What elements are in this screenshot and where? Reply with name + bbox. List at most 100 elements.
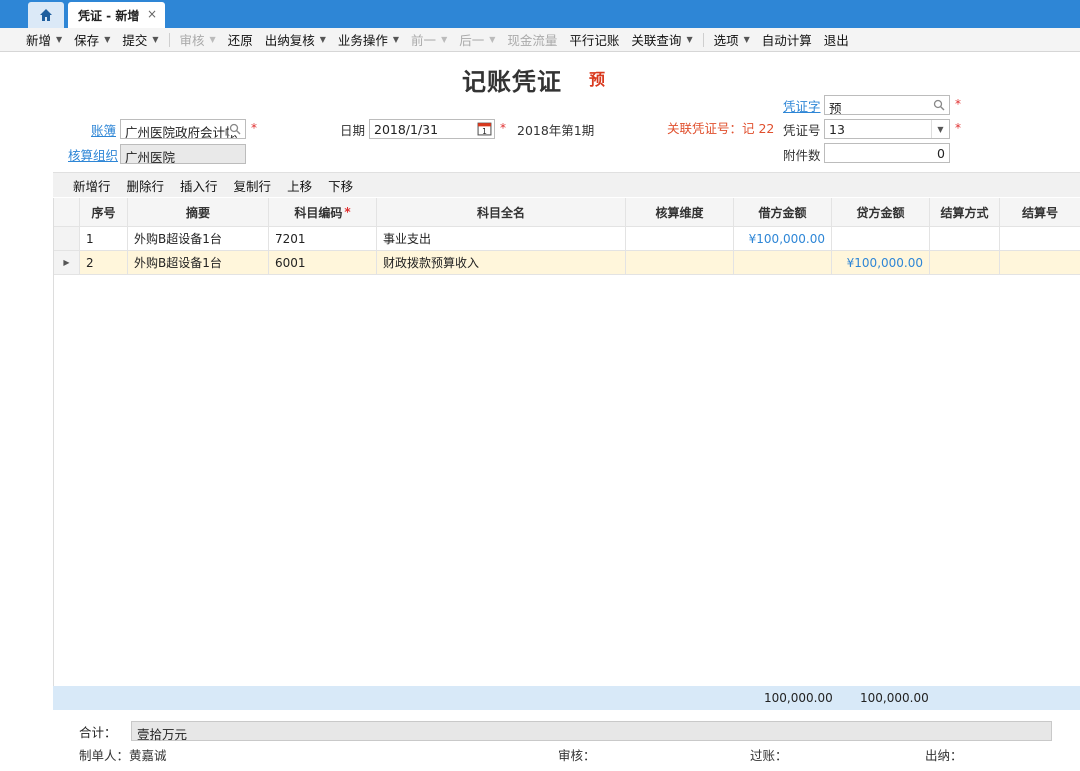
- cashier-review-button[interactable]: 出纳复核 ▼: [259, 29, 332, 51]
- table-row[interactable]: ▶ 2 外购B超设备1台 6001 财政拨款预算收入 ¥100,000.00: [54, 251, 1080, 275]
- home-tab[interactable]: [28, 2, 64, 28]
- preparer-name: 黄嘉诚: [129, 748, 167, 763]
- period-text: 2018年第1期: [517, 123, 595, 138]
- org-field: 广州医院: [120, 144, 246, 164]
- voucher-word-value: 预: [829, 101, 842, 115]
- chevron-down-icon: ▼: [743, 35, 750, 44]
- chevron-down-icon: ▼: [56, 35, 63, 44]
- cell-summary[interactable]: 外购B超设备1台: [128, 227, 269, 251]
- book-label[interactable]: 账簿: [91, 120, 116, 139]
- insert-row-button[interactable]: 插入行: [180, 176, 218, 195]
- cell-name[interactable]: 财政拨款预算收入: [377, 251, 626, 275]
- attachments-label: 附件数: [783, 148, 821, 163]
- preparer-label: 制单人：: [79, 748, 130, 763]
- date-field[interactable]: 2018/1/31 1: [369, 119, 495, 139]
- tab-voucher-new-label: 凭证 - 新增: [78, 8, 140, 23]
- totals-bar: 100,000.00 100,000.00: [53, 686, 1080, 710]
- col-settle: 结算方式: [930, 198, 1000, 227]
- cell-seq[interactable]: 2: [80, 251, 128, 275]
- chevron-down-icon: ▼: [104, 35, 111, 44]
- search-icon[interactable]: [933, 99, 945, 111]
- chevron-down-icon[interactable]: ▼: [931, 120, 949, 138]
- options-button[interactable]: 选项 ▼: [708, 29, 756, 51]
- main-toolbar: 新增 ▼ 保存 ▼ 提交 ▼ 审核 ▼ 还原 出纳复核 ▼ 业务操作 ▼ 前一 ▼ 后一 ▼ 现…: [0, 28, 1080, 52]
- col-debit: 借方金额: [734, 198, 832, 227]
- search-icon[interactable]: [229, 123, 241, 135]
- attachments-field[interactable]: 0: [824, 143, 950, 163]
- org-label[interactable]: 核算组织: [68, 145, 118, 164]
- poster-label: 过账：: [750, 748, 788, 763]
- calendar-icon[interactable]: 1: [477, 121, 492, 136]
- move-up-button[interactable]: 上移: [287, 176, 312, 195]
- date-label: 日期: [340, 123, 366, 138]
- move-down-button[interactable]: 下移: [328, 176, 353, 195]
- date-value: 2018/1/31: [374, 122, 439, 137]
- submit-button[interactable]: 提交 ▼: [116, 29, 164, 51]
- cell-summary[interactable]: 外购B超设备1台: [128, 251, 269, 275]
- cell-settle-no[interactable]: [1000, 251, 1080, 275]
- book-value: 广州医院政府会计帐: [125, 125, 238, 139]
- grid-toolbar: 新增行 删除行 插入行 复制行 上移 下移: [53, 172, 1080, 197]
- business-ops-button[interactable]: 业务操作 ▼: [332, 29, 405, 51]
- tab-strip: 凭证 - 新增 ×: [0, 0, 1080, 28]
- parallel-posting-button[interactable]: 平行记账: [563, 29, 625, 51]
- required-mark: *: [251, 121, 257, 135]
- exit-button[interactable]: 退出: [818, 29, 855, 51]
- tab-voucher-new[interactable]: 凭证 - 新增 ×: [68, 2, 165, 28]
- voucher-type-badge: 预: [589, 70, 606, 89]
- cell-debit[interactable]: ¥100,000.00: [734, 227, 832, 251]
- total-debit: 100,000.00: [764, 691, 833, 705]
- book-field[interactable]: 广州医院政府会计帐: [120, 119, 246, 139]
- current-row-arrow-icon[interactable]: ▶: [54, 251, 80, 275]
- chevron-down-icon: ▼: [319, 35, 326, 44]
- cell-debit[interactable]: [734, 251, 832, 275]
- cell-settle-no[interactable]: [1000, 227, 1080, 251]
- chevron-down-icon: ▼: [489, 35, 496, 44]
- cell-dimension[interactable]: [626, 227, 734, 251]
- required-mark: *: [344, 205, 351, 219]
- cell-code[interactable]: 7201: [269, 227, 377, 251]
- home-icon: [40, 9, 52, 21]
- audit-button[interactable]: 审核 ▼: [174, 29, 222, 51]
- org-value: 广州医院: [125, 150, 176, 164]
- col-seq: 序号: [80, 198, 128, 227]
- col-dimension: 核算维度: [626, 198, 734, 227]
- auditor-label: 审核：: [558, 748, 596, 763]
- required-mark: *: [955, 97, 961, 111]
- previous-button[interactable]: 前一 ▼: [405, 29, 453, 51]
- cell-credit[interactable]: ¥100,000.00: [832, 251, 930, 275]
- cell-credit[interactable]: [832, 227, 930, 251]
- voucher-word-label[interactable]: 凭证字: [783, 96, 821, 115]
- row-indicator[interactable]: [54, 227, 80, 251]
- row-indicator-header: [54, 198, 80, 227]
- close-icon[interactable]: ×: [147, 7, 157, 21]
- restore-button[interactable]: 还原: [222, 29, 259, 51]
- delete-row-button[interactable]: 删除行: [127, 176, 165, 195]
- chevron-down-icon: ▼: [392, 35, 400, 44]
- table-row[interactable]: 1 外购B超设备1台 7201 事业支出 ¥100,000.00: [54, 227, 1080, 251]
- new-button[interactable]: 新增 ▼: [20, 29, 68, 51]
- voucher-word-field[interactable]: 预: [824, 95, 950, 115]
- cell-settle[interactable]: [930, 251, 1000, 275]
- save-button[interactable]: 保存 ▼: [68, 29, 116, 51]
- voucher-no-select[interactable]: 13 ▼: [824, 119, 950, 139]
- col-credit: 贷方金额: [832, 198, 930, 227]
- copy-row-button[interactable]: 复制行: [234, 176, 272, 195]
- cell-seq[interactable]: 1: [80, 227, 128, 251]
- cashier-label: 出纳：: [925, 748, 963, 763]
- cell-dimension[interactable]: [626, 251, 734, 275]
- cell-name[interactable]: 事业支出: [377, 227, 626, 251]
- related-voucher-link[interactable]: 关联凭证号：记 22: [667, 118, 774, 137]
- page-title: 记账凭证: [462, 68, 562, 96]
- auto-calc-button[interactable]: 自动计算: [756, 29, 818, 51]
- total-credit: 100,000.00: [860, 691, 929, 705]
- cell-settle[interactable]: [930, 227, 1000, 251]
- voucher-entries-table: 序号 摘要 科目编码 * 科目全名 核算维度 借方金额 贷方金额 结算方式 结算号…: [53, 198, 1080, 710]
- next-button[interactable]: 后一 ▼: [453, 29, 501, 51]
- related-query-button[interactable]: 关联查询 ▼: [625, 29, 698, 51]
- add-row-button[interactable]: 新增行: [73, 176, 111, 195]
- sum-label: 合计：: [79, 725, 117, 740]
- cell-code[interactable]: 6001: [269, 251, 377, 275]
- cash-flow-button[interactable]: 现金流量: [501, 29, 563, 51]
- toolbar-divider: [702, 32, 704, 47]
